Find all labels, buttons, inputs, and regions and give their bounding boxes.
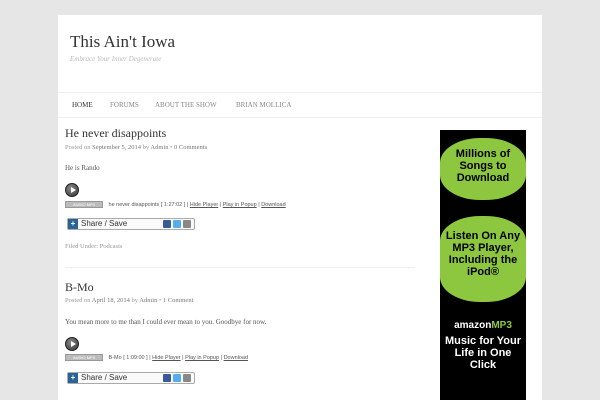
post-date[interactable]: September 5, 2014 xyxy=(92,144,141,151)
nav-about-the-show[interactable]: ABOUT THE SHOW xyxy=(155,93,217,117)
hide-player-link[interactable]: Hide Player xyxy=(190,202,218,208)
facebook-icon[interactable] xyxy=(163,220,171,228)
download-link[interactable]: Download xyxy=(224,355,248,361)
post-date[interactable]: April 18, 2014 xyxy=(92,297,130,304)
share-save-button[interactable]: + Share / Save xyxy=(67,218,195,230)
page: This Ain't Iowa Embrace Your Inner Degen… xyxy=(58,15,542,400)
hide-player-link[interactable]: Hide Player xyxy=(152,355,180,361)
share-plus-icon: + xyxy=(68,373,78,383)
post-divider xyxy=(65,267,415,268)
audio-duration: [ 1:09:00 ] xyxy=(123,354,148,361)
filed-under[interactable]: Filed Under: Podcasts xyxy=(65,243,122,250)
play-in-popup-link[interactable]: Play in Popup xyxy=(185,355,219,361)
email-icon[interactable] xyxy=(183,374,191,382)
download-link[interactable]: Download xyxy=(261,202,285,208)
share-plus-icon: + xyxy=(68,219,78,229)
meta-prefix: Posted on xyxy=(65,144,91,151)
audio-mp3-badge: AUDIO MP3 xyxy=(65,354,103,361)
post-comments[interactable]: 1 Comment xyxy=(163,297,194,304)
twitter-icon[interactable] xyxy=(173,220,181,228)
site-title[interactable]: This Ain't Iowa xyxy=(70,32,175,52)
nav-forums[interactable]: FORUMS xyxy=(110,93,139,117)
facebook-icon[interactable] xyxy=(163,374,171,382)
audio-duration: [ 1:27:02 ] xyxy=(160,201,186,208)
audio-row: AUDIO MP3 B-Mo [ 1:09:00 ] | Hide Player… xyxy=(65,354,248,361)
post-body: You mean more to me than I could ever me… xyxy=(65,318,267,326)
ad-block-player: Listen On Any MP3 Player, Including the … xyxy=(440,216,526,302)
meta-prefix: Posted on xyxy=(65,297,91,304)
twitter-icon[interactable] xyxy=(173,374,181,382)
post-author[interactable]: Admin xyxy=(139,297,157,304)
audio-name: he never disappoints xyxy=(108,201,160,208)
play-icon[interactable] xyxy=(65,337,79,351)
post-meta: Posted on April 18, 2014 by Admin • 1 Co… xyxy=(65,297,194,304)
post-author[interactable]: Admin xyxy=(150,144,168,151)
audio-row: AUDIO MP3 he never disappoints [ 1:27:02… xyxy=(65,201,286,208)
post-body: He is Rando xyxy=(65,164,100,172)
amazon-mp3-logo: amazonMP3 xyxy=(440,320,526,331)
play-icon[interactable] xyxy=(65,183,79,197)
meta-by: by xyxy=(142,144,150,151)
post-meta: Posted on September 5, 2014 by Admin • 0… xyxy=(65,144,208,151)
audio-name: B-Mo xyxy=(108,354,122,361)
ad-logo-mp3: MP3 xyxy=(491,320,512,331)
ad-block-songs: Millions of Songs to Download xyxy=(440,138,526,200)
ad-tagline: Music for Your Life in One Click xyxy=(445,335,521,371)
ad-logo-amazon: amazon xyxy=(454,320,492,331)
share-save-button[interactable]: + Share / Save xyxy=(67,372,195,384)
share-icons xyxy=(161,220,191,230)
nav-home[interactable]: HOME xyxy=(72,93,93,117)
meta-by: by xyxy=(131,297,138,304)
audio-mp3-badge: AUDIO MP3 xyxy=(65,201,103,208)
post-title[interactable]: He never disappoints xyxy=(65,126,166,141)
email-icon[interactable] xyxy=(183,220,191,228)
share-label: Share / Save xyxy=(81,219,128,228)
share-label: Share / Save xyxy=(81,373,128,382)
amazon-mp3-ad[interactable]: Millions of Songs to Download Listen On … xyxy=(440,130,526,400)
post-title[interactable]: B-Mo xyxy=(65,280,94,295)
main-nav: HOME FORUMS ABOUT THE SHOW BRIAN MOLLICA xyxy=(58,92,542,118)
share-icons xyxy=(161,374,191,384)
nav-brian-mollica[interactable]: BRIAN MOLLICA xyxy=(236,93,291,117)
play-in-popup-link[interactable]: Play in Popup xyxy=(223,202,257,208)
post-comments[interactable]: 0 Comments xyxy=(174,144,207,151)
site-tagline: Embrace Your Inner Degenerate xyxy=(70,55,162,63)
